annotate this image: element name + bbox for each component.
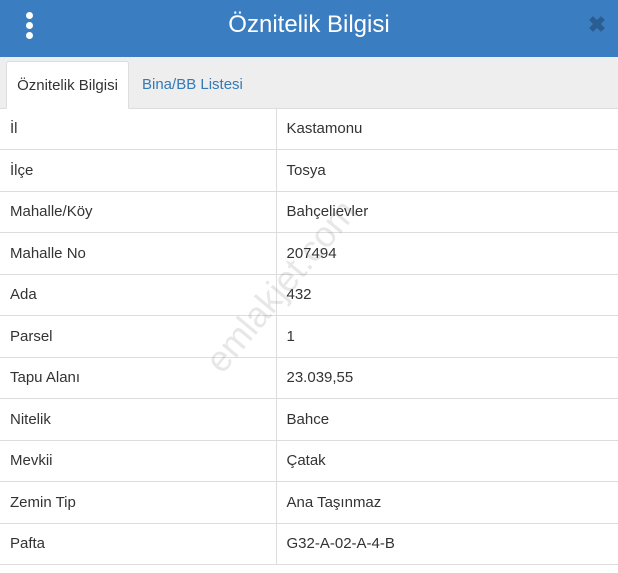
tab-oznitelik-bilgisi[interactable]: Öznitelik Bilgisi (6, 61, 129, 109)
attribute-key: Mevkii (0, 440, 277, 482)
attribute-value: Kastamonu (276, 108, 618, 150)
table-row: Nitelik Bahce (0, 398, 618, 441)
attribute-key: Parsel (0, 315, 277, 358)
attribute-key: İl (0, 108, 277, 150)
attribute-key: Ada (0, 274, 277, 316)
close-icon[interactable]: ✖ (586, 12, 608, 38)
attribute-key: Pafta (0, 523, 277, 565)
attribute-key: Zemin Tip (0, 481, 277, 524)
table-row: Mahalle No 207494 (0, 232, 618, 275)
table-row: Parsel 1 (0, 315, 618, 358)
table-row: Ada 432 (0, 274, 618, 316)
attribute-table: İl Kastamonu İlçe Tosya Mahalle/Köy Bahçeli… (0, 108, 618, 565)
attribute-value: G32-A-02-A-4-B (276, 523, 618, 565)
table-row: Mevkii Çatak (0, 440, 618, 482)
table-row: İl Kastamonu (0, 108, 618, 150)
dialog-title: Öznitelik Bilgisi (228, 11, 390, 38)
attribute-value: Bahçelievler (276, 191, 618, 233)
attribute-key: Mahalle No (0, 232, 277, 275)
attribute-value: 207494 (276, 232, 618, 275)
tab-bar: Öznitelik Bilgisi Bina/BB Listesi (0, 57, 618, 109)
attribute-value: 23.039,55 (276, 357, 618, 399)
attribute-value: 1 (276, 315, 618, 358)
table-row: Mahalle/Köy Bahçelievler (0, 191, 618, 233)
tab-bina-bb-listesi[interactable]: Bina/BB Listesi (132, 61, 253, 108)
attribute-value: Tosya (276, 149, 618, 192)
table-row: Pafta G32-A-02-A-4-B (0, 523, 618, 565)
attribute-value: Çatak (276, 440, 618, 482)
attribute-value: Bahce (276, 398, 618, 441)
attribute-key: Tapu Alanı (0, 357, 277, 399)
table-row: İlçe Tosya (0, 149, 618, 192)
attribute-key: Nitelik (0, 398, 277, 441)
table-row: Tapu Alanı 23.039,55 (0, 357, 618, 399)
dialog-header: Öznitelik Bilgisi ✖ (0, 0, 618, 58)
attribute-value: 432 (276, 274, 618, 316)
attribute-value: Ana Taşınmaz (276, 481, 618, 524)
attribute-key: İlçe (0, 149, 277, 192)
attribute-key: Mahalle/Köy (0, 191, 277, 233)
table-row: Zemin Tip Ana Taşınmaz (0, 481, 618, 524)
